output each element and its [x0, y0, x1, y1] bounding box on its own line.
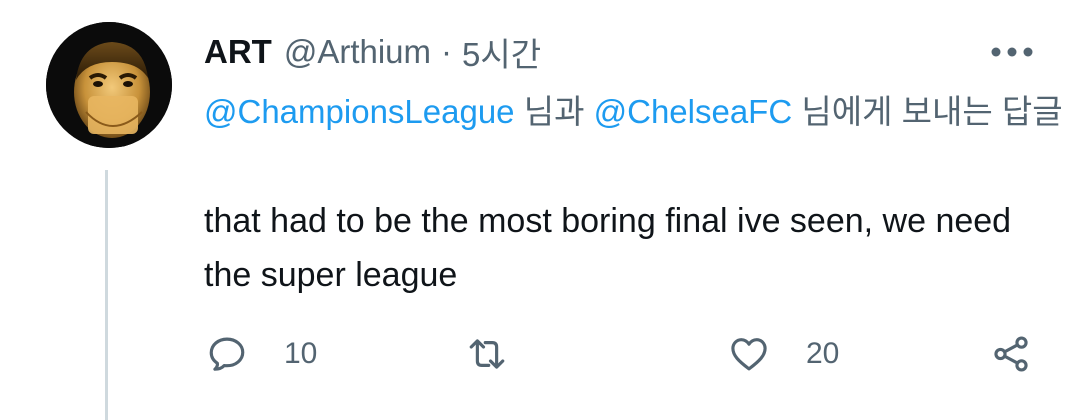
tweet-header: ART @Arthium · 5시간 — [204, 28, 541, 76]
more-horizontal-icon — [991, 47, 1033, 57]
tweet[interactable]: ART @Arthium · 5시간 @ChampionsLeague 님과 @… — [0, 0, 1078, 420]
thread-line — [105, 170, 108, 420]
tweet-text: that had to be the most boring final ive… — [204, 202, 1012, 294]
more-options-button[interactable] — [982, 30, 1042, 70]
reply-button[interactable]: 10 — [206, 330, 317, 378]
replying-to-conjunction-2: 님에게 보내는 답글 — [792, 93, 1063, 130]
like-button[interactable]: 20 — [728, 330, 839, 378]
replying-to-conjunction-1: 님과 — [514, 93, 594, 130]
avatar-image — [46, 22, 172, 148]
replying-to: @ChampionsLeague 님과 @ChelseaFC 님에게 보내는 답… — [204, 86, 1064, 138]
mention-champions-league[interactable]: @ChampionsLeague — [204, 93, 515, 130]
display-name[interactable]: ART — [204, 33, 272, 71]
profile-avatar[interactable] — [46, 22, 172, 148]
share-button[interactable] — [990, 330, 1032, 378]
reply-icon — [209, 337, 245, 371]
retweet-icon — [469, 339, 505, 369]
retweet-button[interactable] — [466, 330, 544, 378]
tweet-timestamp[interactable]: 5시간 — [462, 28, 541, 76]
like-count: 20 — [806, 337, 840, 370]
user-handle[interactable]: @Arthium — [284, 33, 431, 71]
mention-chelsea-fc[interactable]: @ChelseaFC — [594, 93, 793, 130]
reply-count: 10 — [284, 337, 318, 370]
separator-dot: · — [441, 33, 453, 70]
heart-icon — [731, 338, 767, 371]
share-icon — [994, 336, 1028, 372]
